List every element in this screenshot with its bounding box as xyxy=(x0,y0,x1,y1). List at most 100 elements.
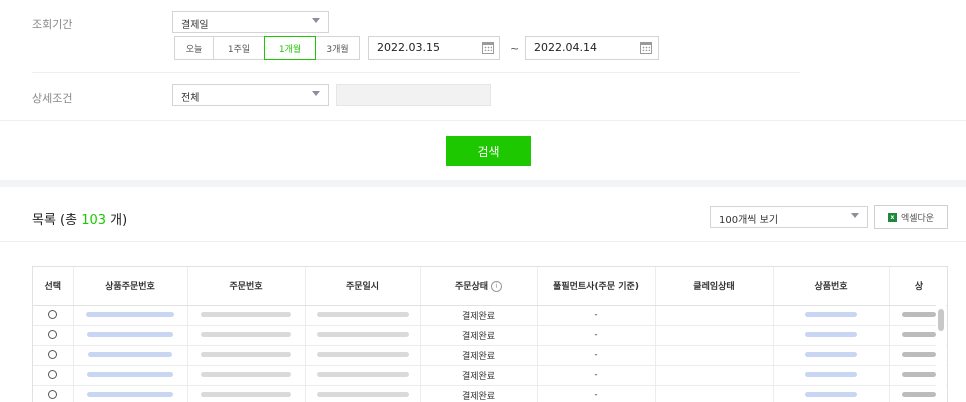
order-no-cell xyxy=(187,325,306,346)
table-row[interactable]: 결제완료 - xyxy=(33,365,947,386)
order-no-cell xyxy=(187,365,306,386)
order-status-cell: 결제완료 xyxy=(420,365,538,386)
list-divider xyxy=(0,241,966,242)
detail-condition-select[interactable]: 전체 xyxy=(172,84,329,106)
product-order-no-cell[interactable] xyxy=(73,305,188,326)
column-header-product-order-no[interactable]: 상품주문번호 xyxy=(73,267,188,306)
claim-status-cell xyxy=(655,345,774,366)
page-size-select[interactable]: 100개씩 보기 xyxy=(710,206,868,228)
order-date-value xyxy=(316,392,409,397)
period-button-3months[interactable]: 3개월 xyxy=(315,36,360,60)
period-button-today[interactable]: 오늘 xyxy=(174,36,214,60)
order-no-value xyxy=(201,352,291,357)
fulfillment-cell: - xyxy=(537,385,656,402)
order-date-value xyxy=(316,312,409,317)
product-order-no-cell[interactable] xyxy=(73,325,188,346)
order-no-cell xyxy=(187,385,306,402)
detail-keyword-input[interactable] xyxy=(336,84,491,106)
column-header-claim-status[interactable]: 클레임상태 xyxy=(655,267,774,306)
detail-condition-value: 전체 xyxy=(181,93,200,104)
order-date-cell xyxy=(305,365,421,386)
row-select-cell[interactable] xyxy=(33,325,74,346)
excel-download-label: 엑셀다운 xyxy=(900,213,935,224)
total-count: 103 xyxy=(81,213,107,228)
column-header-select: 선택 xyxy=(33,267,74,306)
product-no-cell[interactable] xyxy=(773,305,890,326)
product-order-no-cell[interactable] xyxy=(73,365,188,386)
table-row[interactable]: 결제완료 - xyxy=(33,305,947,326)
product-order-no-link[interactable] xyxy=(88,352,172,357)
start-date-input[interactable]: 2022.03.15 xyxy=(368,36,500,60)
fulfillment-cell: - xyxy=(537,345,656,366)
product-no-link[interactable] xyxy=(805,392,857,397)
column-header-product-no[interactable]: 상품번호 xyxy=(773,267,890,306)
product-no-link[interactable] xyxy=(805,372,857,377)
product-no-link[interactable] xyxy=(805,332,857,337)
product-no-link[interactable] xyxy=(805,352,857,357)
calendar-icon[interactable] xyxy=(640,42,652,54)
calendar-icon[interactable] xyxy=(482,42,494,54)
product-order-no-link[interactable] xyxy=(86,312,174,317)
order-table: 선택 상품주문번호 주문번호 주문일시 주문상태 i 풀필먼트사(주문 기준) 클… xyxy=(32,266,948,402)
row-select-cell[interactable] xyxy=(33,305,74,326)
row-select-cell[interactable] xyxy=(33,365,74,386)
scrollbar-thumb[interactable] xyxy=(938,309,944,331)
order-status-cell: 결제완료 xyxy=(420,385,538,402)
column-header-product-name[interactable]: 상 xyxy=(889,267,947,306)
period-button-1month[interactable]: 1개월 xyxy=(264,36,316,60)
order-no-value xyxy=(201,372,291,377)
search-button[interactable]: 검색 xyxy=(446,136,531,166)
end-date-value: 2022.04.14 xyxy=(534,41,597,54)
product-order-no-cell[interactable] xyxy=(73,345,188,366)
order-no-cell xyxy=(187,345,306,366)
period-button-1week[interactable]: 1주일 xyxy=(213,36,265,60)
period-label: 조회기간 xyxy=(32,18,73,31)
fulfillment-cell: - xyxy=(537,305,656,326)
product-order-no-link[interactable] xyxy=(87,332,173,337)
period-type-value: 결제일 xyxy=(181,20,209,31)
order-status-cell: 결제완료 xyxy=(420,305,538,326)
fulfillment-cell: - xyxy=(537,325,656,346)
search-area: 검색 xyxy=(0,120,966,180)
product-no-cell[interactable] xyxy=(773,345,890,366)
info-icon[interactable]: i xyxy=(491,281,503,293)
radio-icon[interactable] xyxy=(48,390,58,399)
radio-icon[interactable] xyxy=(48,310,58,319)
list-panel: 목록 (총 103 개) 100개씩 보기 x 엑셀다운 선택 상품주문번호 주… xyxy=(0,187,966,402)
order-no-cell xyxy=(187,305,306,326)
product-no-link[interactable] xyxy=(805,312,857,317)
product-order-no-link[interactable] xyxy=(87,372,173,377)
column-header-fulfillment[interactable]: 풀필먼트사(주문 기준) xyxy=(537,267,656,306)
period-type-select[interactable]: 결제일 xyxy=(172,11,329,33)
column-header-order-no[interactable]: 주문번호 xyxy=(187,267,306,306)
row-select-cell[interactable] xyxy=(33,345,74,366)
product-no-cell[interactable] xyxy=(773,385,890,402)
table-row[interactable]: 결제완료 - xyxy=(33,385,947,402)
order-status-header-label: 주문상태 xyxy=(454,282,489,293)
column-header-order-status[interactable]: 주문상태 i xyxy=(420,267,538,306)
chevron-down-icon xyxy=(312,91,320,96)
order-status-cell: 결제완료 xyxy=(420,345,538,366)
column-header-order-date[interactable]: 주문일시 xyxy=(305,267,421,306)
row-select-cell[interactable] xyxy=(33,385,74,402)
product-no-cell[interactable] xyxy=(773,365,890,386)
product-name-value xyxy=(902,312,936,317)
claim-status-cell xyxy=(655,305,774,326)
order-date-cell xyxy=(305,345,421,366)
product-order-no-link[interactable] xyxy=(87,392,173,397)
radio-icon[interactable] xyxy=(48,370,58,379)
list-title-suffix: 개) xyxy=(106,213,128,228)
end-date-input[interactable]: 2022.04.14 xyxy=(525,36,659,60)
table-row[interactable]: 결제완료 - xyxy=(33,325,947,346)
product-order-no-cell[interactable] xyxy=(73,385,188,402)
table-scrollbar[interactable] xyxy=(936,301,946,402)
excel-download-button[interactable]: x 엑셀다운 xyxy=(874,205,948,229)
table-row[interactable]: 결제완료 - xyxy=(33,345,947,366)
order-status-cell: 결제완료 xyxy=(420,325,538,346)
radio-icon[interactable] xyxy=(48,350,58,359)
chevron-down-icon xyxy=(312,18,320,23)
radio-icon[interactable] xyxy=(48,330,58,339)
product-name-value xyxy=(902,392,936,397)
product-no-cell[interactable] xyxy=(773,325,890,346)
claim-status-cell xyxy=(655,325,774,346)
